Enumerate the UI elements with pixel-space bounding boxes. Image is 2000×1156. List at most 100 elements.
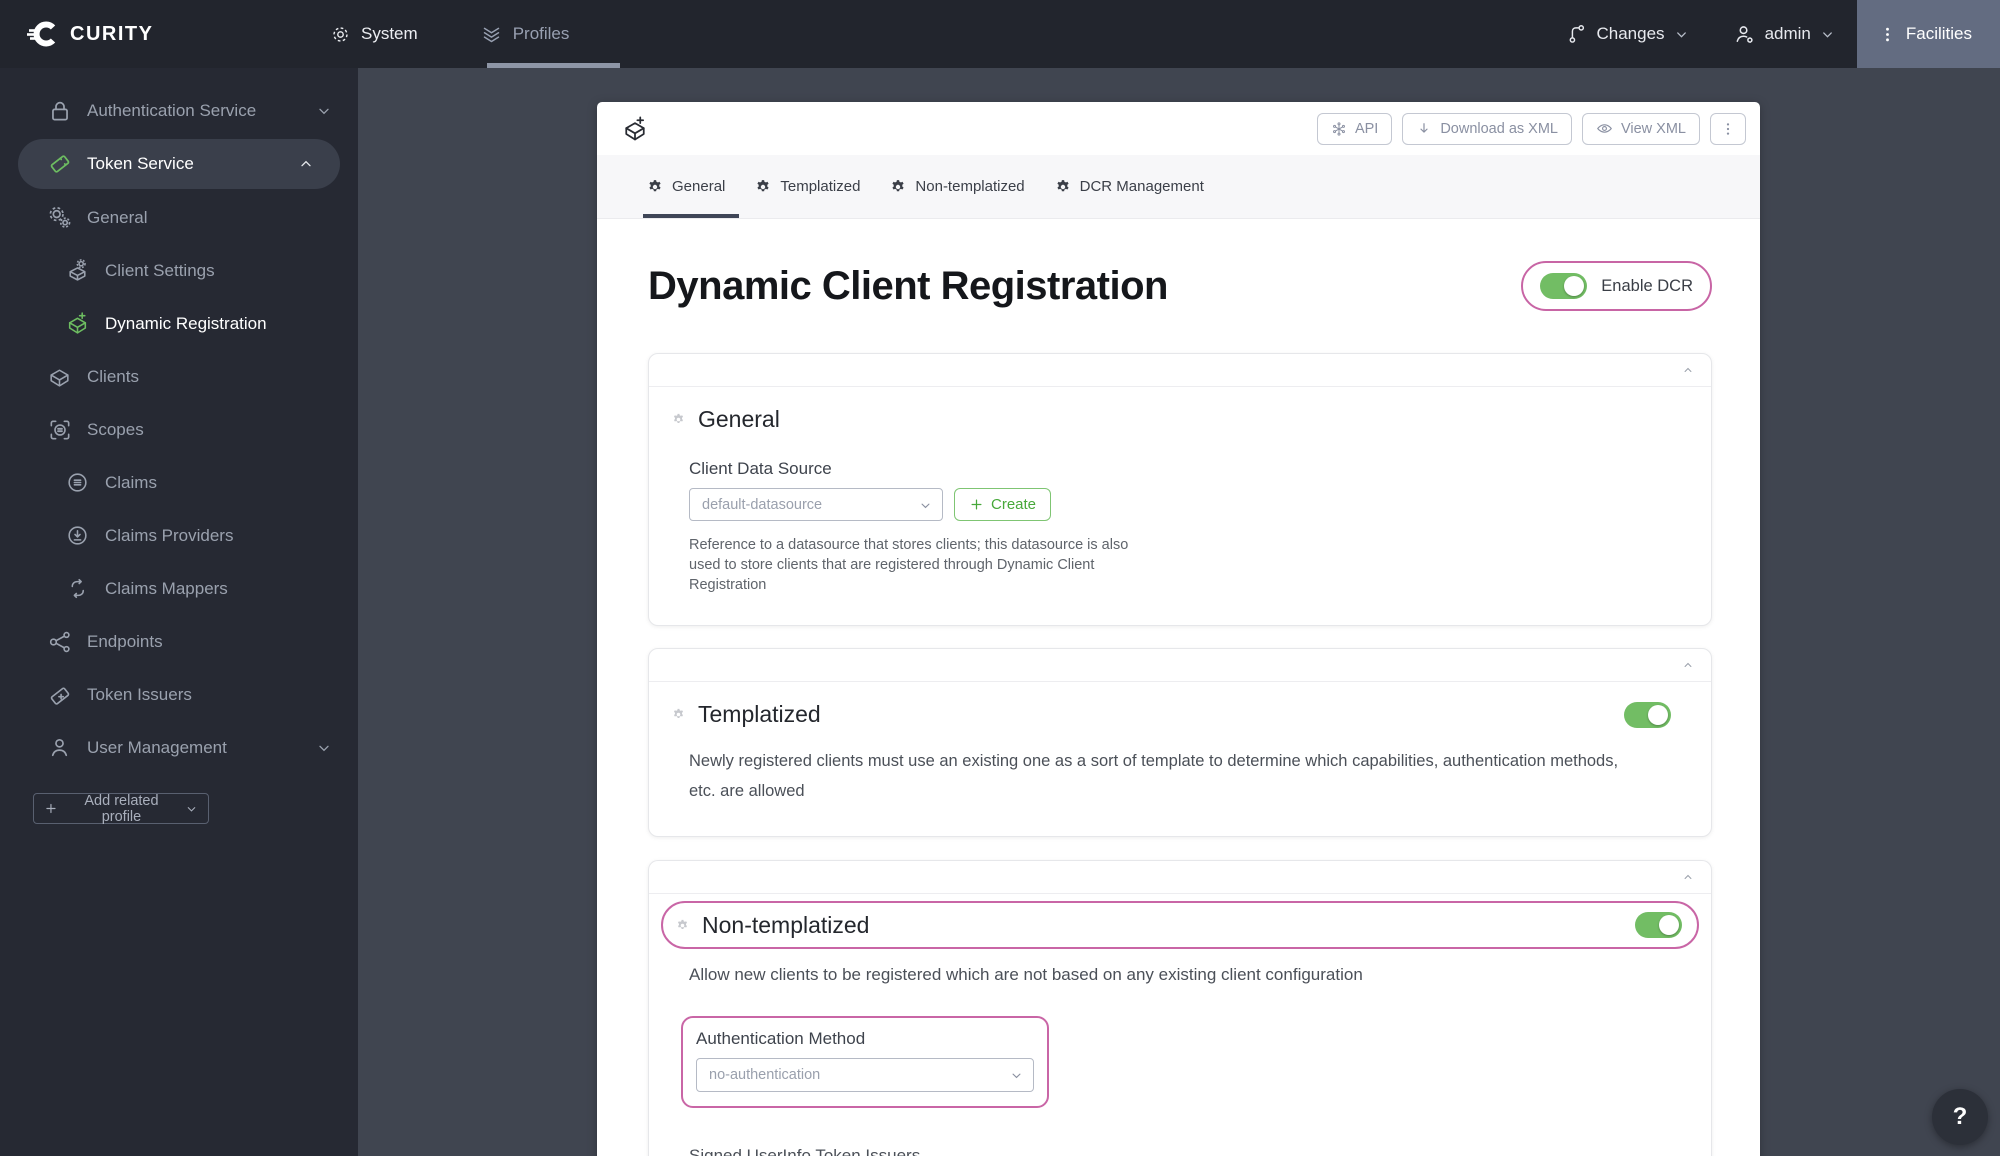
- plus-icon: [46, 803, 56, 814]
- gear-icon: [677, 919, 688, 929]
- sidebar-item-label: Claims Providers: [105, 525, 234, 545]
- top-bar-right: Changes admin Facilities: [1544, 0, 2000, 68]
- client-data-source-select[interactable]: default-datasource: [689, 488, 943, 521]
- signed-userinfo-label: Signed UserInfo Token Issuers: [689, 1146, 921, 1156]
- sidebar-item-endpoints[interactable]: Endpoints: [0, 615, 358, 668]
- sidebar-item-scopes[interactable]: Scopes: [0, 403, 358, 456]
- templatized-toggle[interactable]: [1624, 701, 1671, 728]
- user-icon: [46, 735, 73, 760]
- title-row: Dynamic Client Registration Enable DCR: [648, 261, 1712, 311]
- more-actions-button[interactable]: [1710, 112, 1746, 145]
- sidebar-item-clients[interactable]: Clients: [0, 350, 358, 403]
- gear-icon: [673, 413, 684, 423]
- section-heading-label: General: [698, 406, 780, 432]
- download-icon: [1420, 122, 1428, 133]
- nav-tab-label: Profiles: [512, 24, 570, 43]
- claims-mappers-icon: [64, 576, 91, 601]
- non-templatized-toggle[interactable]: [1635, 912, 1682, 938]
- authentication-method-group: Authentication Method no-authentication: [681, 1016, 1049, 1108]
- user-label: admin: [1764, 24, 1811, 43]
- sidebar-item-label: General: [87, 207, 148, 227]
- curity-logo-icon: [27, 21, 56, 47]
- changes-menu[interactable]: Changes: [1544, 0, 1711, 68]
- client-data-source-value: default-datasource: [702, 496, 823, 513]
- box-icon: [46, 364, 73, 389]
- box-gear-icon: [64, 258, 91, 283]
- api-button[interactable]: API: [1316, 112, 1393, 145]
- section-non-templatized: Non-templatized Allow new clients to be …: [648, 860, 1712, 1156]
- non-templatized-heading-row: Non-templatized: [661, 901, 1699, 949]
- chevron-down-icon: [316, 103, 332, 119]
- kebab-menu-icon: [1885, 27, 1889, 41]
- client-data-source-label: Client Data Source: [689, 459, 832, 478]
- page-title: Dynamic Client Registration: [648, 264, 1168, 308]
- enable-dcr-toggle[interactable]: [1540, 273, 1588, 299]
- view-xml-button[interactable]: View XML: [1581, 112, 1700, 145]
- tab-templatized[interactable]: Templatized: [755, 178, 860, 195]
- sidebar-item-label: Authentication Service: [87, 100, 257, 120]
- section-general-heading: General: [672, 406, 1671, 433]
- section-templatized: Templatized Newly registered clients mus…: [648, 648, 1712, 837]
- gear-icon: [673, 708, 684, 718]
- view-xml-label: View XML: [1620, 120, 1686, 137]
- create-datasource-button[interactable]: Create: [954, 488, 1052, 521]
- enable-dcr-control[interactable]: Enable DCR: [1521, 261, 1712, 311]
- sidebar-item-label: Clients: [87, 366, 139, 386]
- git-branch-icon: [1569, 25, 1584, 43]
- sidebar-item-user-management[interactable]: User Management: [0, 721, 358, 774]
- gears-icon: [46, 204, 73, 231]
- download-xml-label: Download as XML: [1440, 120, 1558, 137]
- sidebar-item-claims-mappers[interactable]: Claims Mappers: [0, 562, 358, 615]
- collapse-chevron-icon[interactable]: [1681, 870, 1695, 884]
- sidebar-item-client-settings[interactable]: Client Settings: [0, 244, 358, 297]
- sidebar-item-general[interactable]: General: [0, 191, 358, 244]
- sidebar-item-label: Claims Mappers: [105, 578, 228, 598]
- sidebar-item-authentication-service[interactable]: Authentication Service: [0, 84, 358, 137]
- main-area: API Download as XML View XML General Tem…: [358, 68, 2000, 1156]
- tab-general[interactable]: General: [647, 178, 725, 195]
- sidebar-item-claims[interactable]: Claims: [0, 456, 358, 509]
- admin-user-icon: [1736, 25, 1753, 43]
- gear-icon: [649, 179, 661, 191]
- brand-name: CURITY: [70, 22, 154, 45]
- enable-dcr-label: Enable DCR: [1601, 276, 1693, 295]
- collapse-chevron-icon[interactable]: [1681, 658, 1695, 672]
- facilities-button[interactable]: Facilities: [1856, 0, 2000, 68]
- create-button-label: Create: [991, 496, 1037, 513]
- curity-logo: CURITY: [0, 17, 330, 51]
- tab-label: General: [672, 178, 726, 195]
- api-hub-icon: [1332, 121, 1345, 136]
- chevron-down-icon: [1676, 31, 1686, 38]
- tab-non-templatized[interactable]: Non-templatized: [890, 178, 1025, 195]
- tab-label: Templatized: [780, 178, 861, 195]
- authentication-method-select[interactable]: no-authentication: [696, 1058, 1034, 1092]
- section-heading-label: Templatized: [698, 701, 821, 727]
- eye-icon: [1597, 124, 1612, 133]
- help-button[interactable]: ?: [1932, 1089, 1988, 1145]
- tab-label: DCR Management: [1079, 178, 1204, 195]
- gear-icon: [892, 179, 905, 191]
- sidebar-item-label: Token Issuers: [87, 684, 192, 704]
- tab-dcr-management[interactable]: DCR Management: [1055, 178, 1204, 195]
- api-button-label: API: [1354, 120, 1379, 137]
- sidebar-item-claims-providers[interactable]: Claims Providers: [0, 509, 358, 562]
- sidebar-item-label: Endpoints: [87, 631, 163, 651]
- ticket-icon: [46, 151, 73, 177]
- chevron-down-icon: [1009, 1068, 1024, 1083]
- section-heading-label: Non-templatized: [702, 911, 870, 938]
- nav-tab-profiles[interactable]: Profiles: [480, 0, 570, 68]
- collapse-chevron-icon[interactable]: [1681, 363, 1695, 377]
- sidebar-item-token-issuers[interactable]: Token Issuers: [0, 668, 358, 721]
- changes-label: Changes: [1596, 24, 1665, 43]
- sidebar-item-token-service[interactable]: Token Service: [18, 139, 340, 189]
- sidebar-item-dynamic-registration[interactable]: Dynamic Registration: [0, 297, 358, 350]
- chevron-down-icon: [187, 806, 196, 812]
- add-related-profile-button[interactable]: Add related profile: [33, 793, 209, 825]
- user-menu[interactable]: admin: [1711, 0, 1857, 68]
- section-general: General Client Data Source default-datas…: [648, 353, 1712, 626]
- profile-card: API Download as XML View XML General Tem…: [597, 102, 1760, 1156]
- card-body: Dynamic Client Registration Enable DCR G…: [597, 261, 1760, 1156]
- nav-tab-system[interactable]: System: [330, 0, 418, 68]
- download-xml-button[interactable]: Download as XML: [1402, 112, 1572, 145]
- kebab-menu-icon: [1726, 122, 1730, 135]
